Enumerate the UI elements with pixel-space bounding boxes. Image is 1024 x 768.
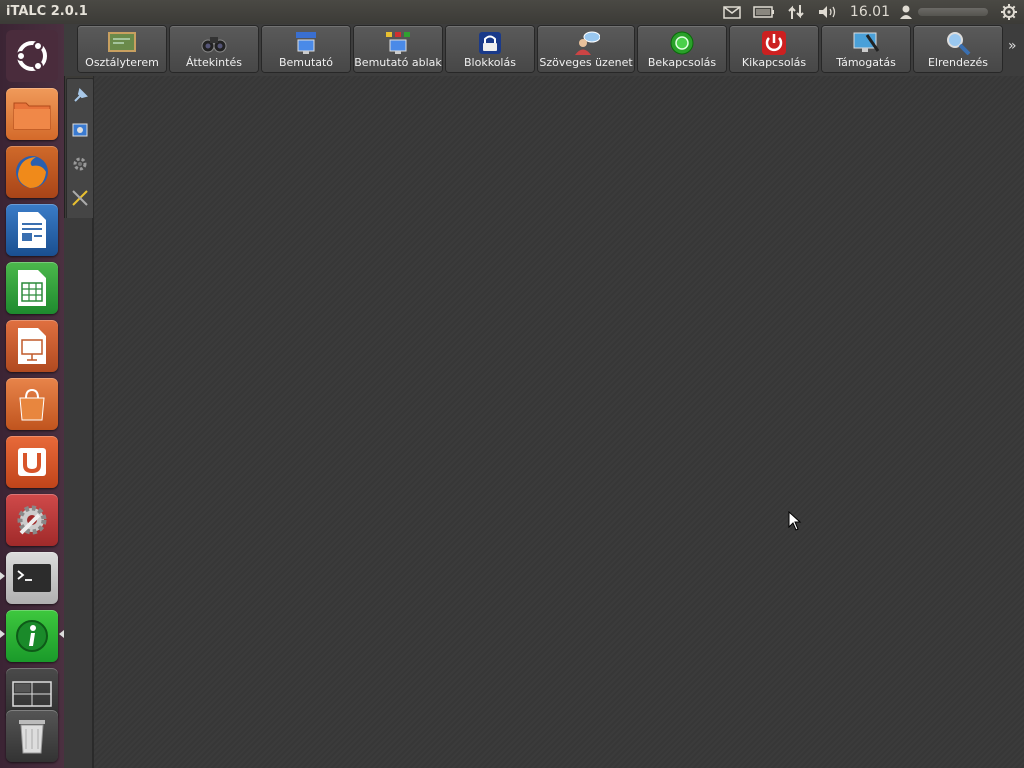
power-icon[interactable] [994,0,1024,24]
username-field[interactable] [918,8,988,16]
demo-label: Bemutató [278,56,334,69]
classroom-button[interactable]: Osztályterem [78,26,166,72]
classroom-icon [108,32,136,52]
settings-icon[interactable] [68,149,92,179]
arrange-button[interactable]: Elrendezés [914,26,1002,72]
running-indicator [0,572,5,580]
power-off-button[interactable]: Kikapcsolás [730,26,818,72]
window-title: iTALC 2.0.1 [6,4,88,19]
firefox-icon[interactable] [6,146,58,198]
indicator-area: 16.01 [716,0,1024,24]
trash-icon[interactable] [6,710,58,762]
user-icon[interactable] [896,0,916,24]
italc-icon[interactable] [6,610,58,662]
system-settings-icon[interactable] [6,494,58,546]
clock[interactable]: 16.01 [844,4,896,20]
text-message-button[interactable]: Szöveges üzenet [538,26,634,72]
terminal-icon[interactable] [6,552,58,604]
power-off-label: Kikapcsolás [741,56,807,69]
ubuntu-one-icon[interactable] [6,436,58,488]
overview-label: Áttekintés [186,56,242,69]
software-center-icon[interactable] [6,378,58,430]
mouse-cursor-icon [788,511,802,531]
overview-button[interactable]: Áttekintés [170,26,258,72]
files-icon[interactable] [6,88,58,140]
support-button[interactable]: Támogatás [822,26,910,72]
overview-icon [201,37,227,53]
support-label: Támogatás [836,56,896,69]
support-icon [853,32,880,52]
lock-label: Blokkolás [464,56,516,69]
ubuntu-dash-icon[interactable] [6,30,58,82]
main-toolbar: Osztályterem Áttekintés Bemutató Bemutat… [64,24,1024,76]
arrange-icon [947,32,971,55]
power-on-icon [670,31,694,55]
snapshot-icon[interactable] [68,115,92,145]
power-on-label: Bekapcsolás [647,56,717,69]
impress-icon[interactable] [6,320,58,372]
calc-icon[interactable] [6,262,58,314]
active-indicator-left [0,630,5,638]
demo-window-button[interactable]: Bemutató ablak [354,26,442,72]
message-icon [575,31,600,55]
lock-icon [479,32,501,54]
tools-icon[interactable] [68,183,92,213]
power-off-icon [762,31,786,55]
text-message-label: Szöveges üzenet [539,56,633,69]
demo-icon [296,32,316,54]
classroom-workspace[interactable] [93,76,1024,768]
side-panel-strip [64,218,93,768]
classroom-label: Osztályterem [85,56,159,69]
side-toolbar [66,78,94,220]
writer-icon[interactable] [6,204,58,256]
pin-icon[interactable] [68,81,92,111]
volume-icon[interactable] [812,0,844,24]
toolbar-overflow-button[interactable]: » [1008,38,1024,54]
lock-button[interactable]: Blokkolás [446,26,534,72]
launcher [0,24,65,768]
arrange-label: Elrendezés [927,56,989,69]
battery-icon[interactable] [748,0,780,24]
mail-icon[interactable] [716,0,748,24]
demo-button[interactable]: Bemutató [262,26,350,72]
power-on-button[interactable]: Bekapcsolás [638,26,726,72]
top-panel: iTALC 2.0.1 16.01 [0,0,1024,24]
demo-window-icon [386,32,410,54]
demo-window-label: Bemutató ablak [354,56,442,69]
network-icon[interactable] [780,0,812,24]
